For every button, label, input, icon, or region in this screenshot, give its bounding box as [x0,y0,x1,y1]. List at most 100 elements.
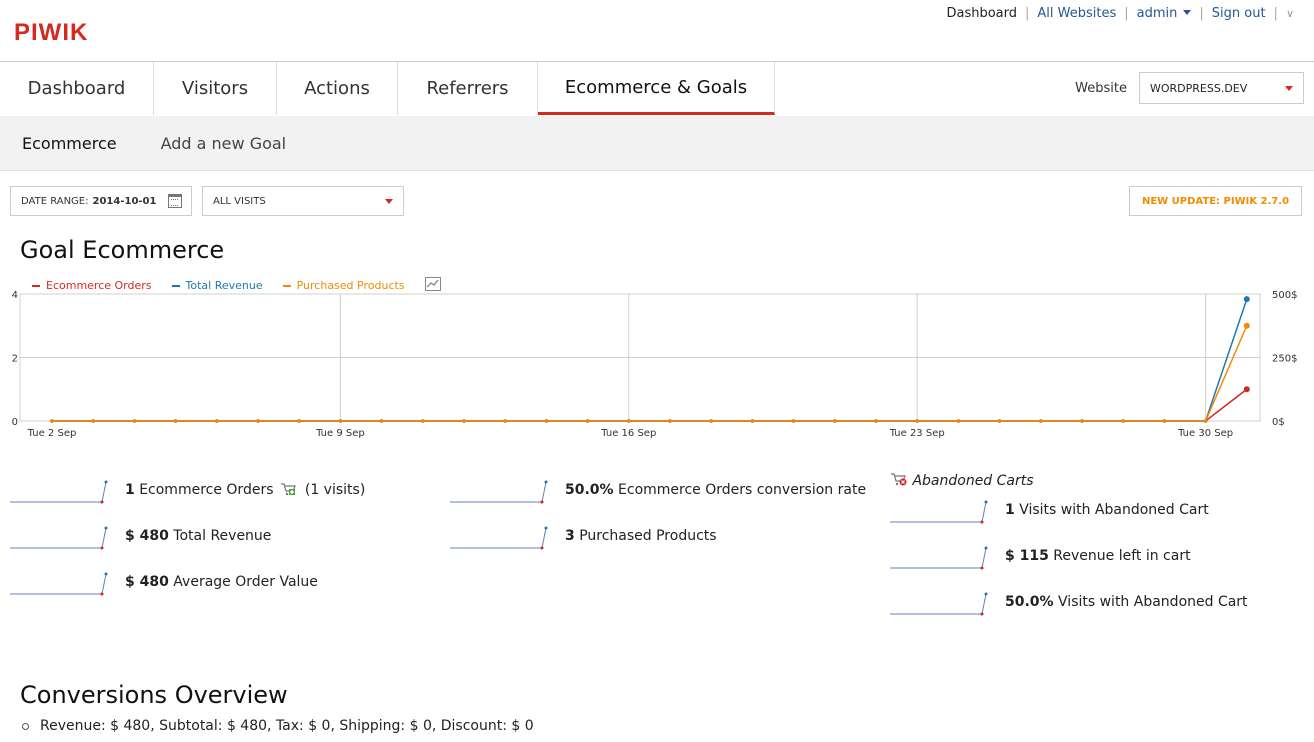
subnav-ecommerce[interactable]: Ecommerce [22,134,117,153]
metric-orders: 1 Ecommerce Orders (1 visits) [125,482,366,498]
sparkline-revenue-left[interactable] [890,544,990,572]
cart-remove-icon [891,473,907,486]
chevron-down-icon[interactable]: ∨ [1286,7,1294,20]
tab-dashboard[interactable]: Dashboard [0,62,154,115]
sparkline-spike [981,501,987,523]
data-point [1203,419,1208,423]
cart-add-icon [280,483,296,496]
sparkline-spike [541,481,547,503]
data-point [915,419,919,423]
sparkline-spike [101,481,107,503]
data-point [338,419,343,423]
sparkline-conversion-rate[interactable] [450,478,550,506]
sparkline-min-point [980,520,984,524]
sparkline-abandoned-rate[interactable] [890,590,990,618]
data-point [1243,386,1250,393]
metric-abandoned-rate: 50.0% Visits with Abandoned Cart [1005,594,1248,610]
sparkline-min-point [980,612,984,616]
top-link-all-websites[interactable]: All Websites [1037,6,1116,21]
sparkline-min-point [100,546,104,550]
top-navigation: Dashboard | All Websites | admin | Sign … [946,6,1294,21]
series-line [52,388,1248,422]
data-point [91,419,95,423]
metric-revenue-left: $ 115 Revenue left in cart [1005,548,1191,564]
y-left-tick-label: 2 [12,354,18,365]
data-point [50,419,54,423]
website-selector: Website WORDPRESS.DEV [1075,72,1304,104]
y-left-tick-label: 4 [12,290,18,301]
sparkline-min-point [540,500,544,504]
y-left-tick-label: 0 [12,417,18,428]
dropdown-caret-icon [1285,85,1293,91]
sparkline-max-point [984,546,988,550]
sparkline-abandoned-visits[interactable] [890,498,990,526]
x-tick-label: Tue 30 Sep [1177,428,1233,439]
top-bar: PIWIK Dashboard | All Websites | admin |… [0,0,1314,62]
sign-out-link[interactable]: Sign out [1212,6,1266,21]
data-point [709,419,713,423]
data-point [1039,419,1043,423]
series-line [52,298,1248,422]
sparkline-products[interactable] [450,524,550,552]
caret-down-icon [1183,10,1192,15]
sparkline-max-point [544,480,548,484]
sparkline-max-point [544,526,548,530]
x-tick-label: Tue 16 Sep [600,428,656,439]
x-tick-label: Tue 9 Sep [315,428,365,439]
conversions-overview-title: Conversions Overview [20,681,288,709]
sparkline-min-point [540,546,544,550]
data-point [791,419,796,423]
conversions-overview-item: Revenue: $ 480, Subtotal: $ 480, Tax: $ … [22,718,534,734]
data-point [997,419,1002,423]
sparkline-min-point [100,592,104,596]
tab-referrers[interactable]: Referrers [398,62,538,115]
data-point [1243,296,1250,303]
sparkline-spike [981,547,987,569]
series-line [52,325,1248,422]
evolution-chart: 0 2 4 0$ 250$ 500$ Tue 2 Sep Tue 9 Sep Tue 16 Se… [12,290,1298,439]
segment-value: ALL VISITS [213,195,266,207]
piwik-logo[interactable]: PIWIK [14,19,88,47]
metric-abandoned-visits: 1 Visits with Abandoned Cart [1005,502,1209,518]
metric-average-order-value: $ 480 Average Order Value [125,574,318,590]
tab-actions[interactable]: Actions [277,62,398,115]
date-range-selector[interactable]: DATE RANGE: 2014-10-01 [10,186,192,216]
abandoned-carts-heading: Abandoned Carts [890,472,1034,489]
tab-visitors[interactable]: Visitors [154,62,277,115]
top-link-dashboard[interactable]: Dashboard [946,6,1017,21]
data-point [421,419,425,423]
data-point [1121,419,1125,423]
user-name: admin [1136,6,1178,21]
website-dropdown[interactable]: WORDPRESS.DEV [1139,72,1304,104]
y-right-tick-label: 500$ [1272,290,1297,301]
main-navigation: Dashboard Visitors Actions Referrers Eco… [0,62,775,115]
data-point [173,419,178,423]
data-point [1162,419,1167,423]
sparkline-aov[interactable] [10,570,110,598]
date-range-label: DATE RANGE: [21,195,89,207]
sparkline-max-point [104,526,108,530]
section-title: Goal Ecommerce [20,236,225,264]
update-notice-button[interactable]: NEW UPDATE: PIWIK 2.7.0 [1129,186,1302,216]
x-tick-label: Tue 23 Sep [889,428,945,439]
data-point [833,419,837,423]
data-point [544,419,549,423]
data-point [668,419,672,423]
segment-selector[interactable]: ALL VISITS [202,186,404,216]
date-range-value: 2014-10-01 [92,195,157,207]
y-right-tick-label: 250$ [1272,354,1297,365]
data-point [874,419,878,423]
tab-ecommerce-goals[interactable]: Ecommerce & Goals [538,62,775,115]
user-menu[interactable]: admin [1137,6,1192,21]
sparkline-revenue[interactable] [10,524,110,552]
subnav-add-goal[interactable]: Add a new Goal [161,134,287,153]
data-point [379,419,384,423]
data-point [297,419,302,423]
sparkline-spike [981,593,987,615]
sparkline-max-point [104,480,108,484]
sparkline-orders[interactable] [10,478,110,506]
data-point [750,419,755,423]
data-point [215,419,219,423]
bullet-icon [22,722,29,730]
conversions-overview-text: Revenue: $ 480, Subtotal: $ 480, Tax: $ … [40,718,534,734]
